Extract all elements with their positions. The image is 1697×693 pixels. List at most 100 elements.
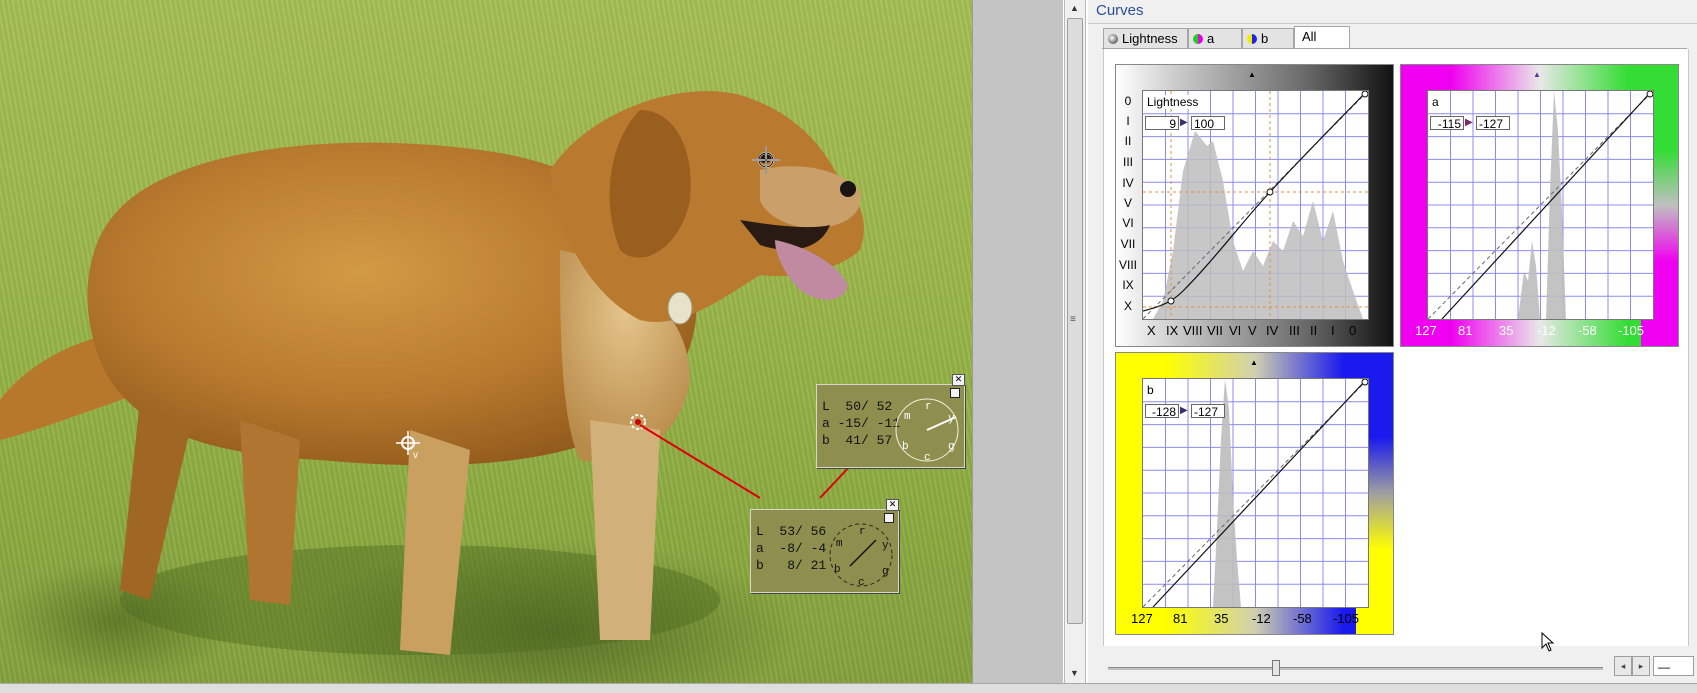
tab-label: Lightness [1122,31,1178,46]
curve-label: b [1145,383,1156,397]
hue-dial-icon: m r y b c g [895,398,959,463]
curve-label: a [1430,95,1441,109]
black-point-marker-icon[interactable]: ▲ [1250,358,1258,367]
close-icon[interactable]: ✕ [952,374,965,386]
zoom-field[interactable]: — [1653,656,1694,676]
dial-label: g [948,441,955,453]
grip-icon: ≡ [1070,314,1076,325]
probe-l-value: 53/ 56 [779,524,827,539]
arrow-right-icon: ▶ [1180,405,1188,416]
y-tick: 0 [1124,94,1132,108]
x-tick: VII [1207,323,1223,338]
probe-panel-2[interactable]: ✕ L 53/ 56 a -8/ -4 b 8/ 21 m r y b c g [750,499,899,593]
probe-panel-1[interactable]: ✕ L 50/ 52 a -15/ -11 b 41/ 57 m r y b c… [816,374,965,468]
probe-label-a: a [756,541,764,556]
dial-label: c [858,577,865,588]
x-tick: 0 [1349,323,1357,338]
y-tick: IV [1122,176,1134,190]
x-tick: 35 [1214,611,1229,626]
x-tick: III [1289,323,1300,338]
y-tick: IX [1122,278,1134,292]
close-icon[interactable]: ✕ [886,499,899,511]
y-tick: X [1123,299,1132,313]
x-tick: 127 [1415,323,1437,338]
probe-label-l: L [756,524,764,539]
zoom-slider-track[interactable] [1108,667,1603,670]
tab-all[interactable]: All [1294,26,1350,49]
scroll-down-icon[interactable]: ▼ [1070,668,1079,678]
x-tick: -105 [1618,323,1645,338]
y-tick: I [1126,114,1130,128]
arrow-right-icon: ▶ [1180,117,1188,128]
y-tick: VII [1120,237,1136,251]
curve-output-field[interactable]: 100 [1191,116,1225,131]
dial-label: m [836,538,843,550]
y-tick: VI [1122,216,1134,230]
curves-title: Curves [1096,2,1144,19]
probe-label-a: a [822,416,830,431]
divider [1088,23,1697,24]
black-point-marker-icon[interactable]: ▲ [1533,70,1541,79]
curve-input-field[interactable]: 9 [1145,116,1179,131]
dial-label: y [948,413,955,425]
x-tick: -12 [1537,323,1556,338]
tab-b[interactable]: b [1242,28,1294,48]
probe-b-value: 41/ 57 [845,433,893,448]
dial-label: g [882,566,889,578]
tab-label: a [1207,31,1215,46]
dial-label: r [925,401,932,413]
b-channel-icon [1247,34,1257,44]
probe-label-b: b [756,558,764,573]
curve-input-field[interactable]: -115 [1430,116,1464,131]
probe-label-l: L [822,399,830,414]
x-tick: 35 [1499,323,1514,338]
curve-output-field[interactable]: -127 [1191,404,1225,419]
a-channel-icon [1193,34,1203,44]
y-tick: III [1122,155,1133,169]
dial-label: b [902,441,909,453]
tab-label: b [1261,31,1269,46]
mouse-pointer-icon [1541,632,1555,652]
scroll-left-button[interactable]: ◂ [1614,656,1632,676]
curve-input-field[interactable]: -128 [1145,404,1179,419]
zoom-slider-thumb[interactable] [1272,660,1280,676]
tab-label: All [1302,29,1317,44]
x-tick: -12 [1252,611,1271,626]
y-tick: II [1124,134,1132,148]
lightness-icon [1108,34,1118,44]
hue-dial-icon: m r y b c g [829,523,893,588]
x-tick: VI [1229,323,1242,338]
curve-label: Lightness [1145,95,1201,109]
x-tick: -58 [1293,611,1312,626]
x-tick: -58 [1578,323,1597,338]
x-tick: I [1331,323,1335,338]
arrow-right-icon: ▶ [1465,117,1473,128]
x-tick: VIII [1183,323,1203,338]
photo-canvas[interactable]: v ✕ L 50/ 52 a -15/ -11 b 41/ 57 m r y b… [0,0,972,683]
x-tick: -105 [1333,611,1360,626]
probe-l-value: 50/ 52 [845,399,893,414]
scroll-right-button[interactable]: ▸ [1632,656,1650,676]
probe-label-b: b [822,433,830,448]
dial-label: r [859,526,866,538]
probe-a-value: -8/ -4 [779,541,827,556]
x-tick: 127 [1131,611,1153,626]
curve-output-field[interactable]: -127 [1476,116,1510,131]
x-tick: IX [1166,323,1179,338]
x-tick: IV [1266,323,1279,338]
tab-a[interactable]: a [1188,28,1242,48]
scroll-up-icon[interactable]: ▲ [1070,3,1079,13]
y-tick: V [1123,196,1132,210]
x-tick: II [1310,323,1318,338]
dial-label: b [834,564,841,576]
panel-gutter [972,0,1063,683]
x-tick: 81 [1173,611,1188,626]
bottom-toolbar [1088,646,1697,683]
black-point-marker-icon[interactable]: ▲ [1248,70,1256,79]
y-tick: VIII [1119,258,1138,272]
probe-b-value: 8/ 21 [787,558,827,573]
dial-label: m [904,411,911,423]
vertical-scrollbar[interactable]: ▲ ≡ ▼ [1064,0,1086,683]
dial-label: y [882,540,889,552]
tab-lightness[interactable]: Lightness [1103,28,1188,48]
